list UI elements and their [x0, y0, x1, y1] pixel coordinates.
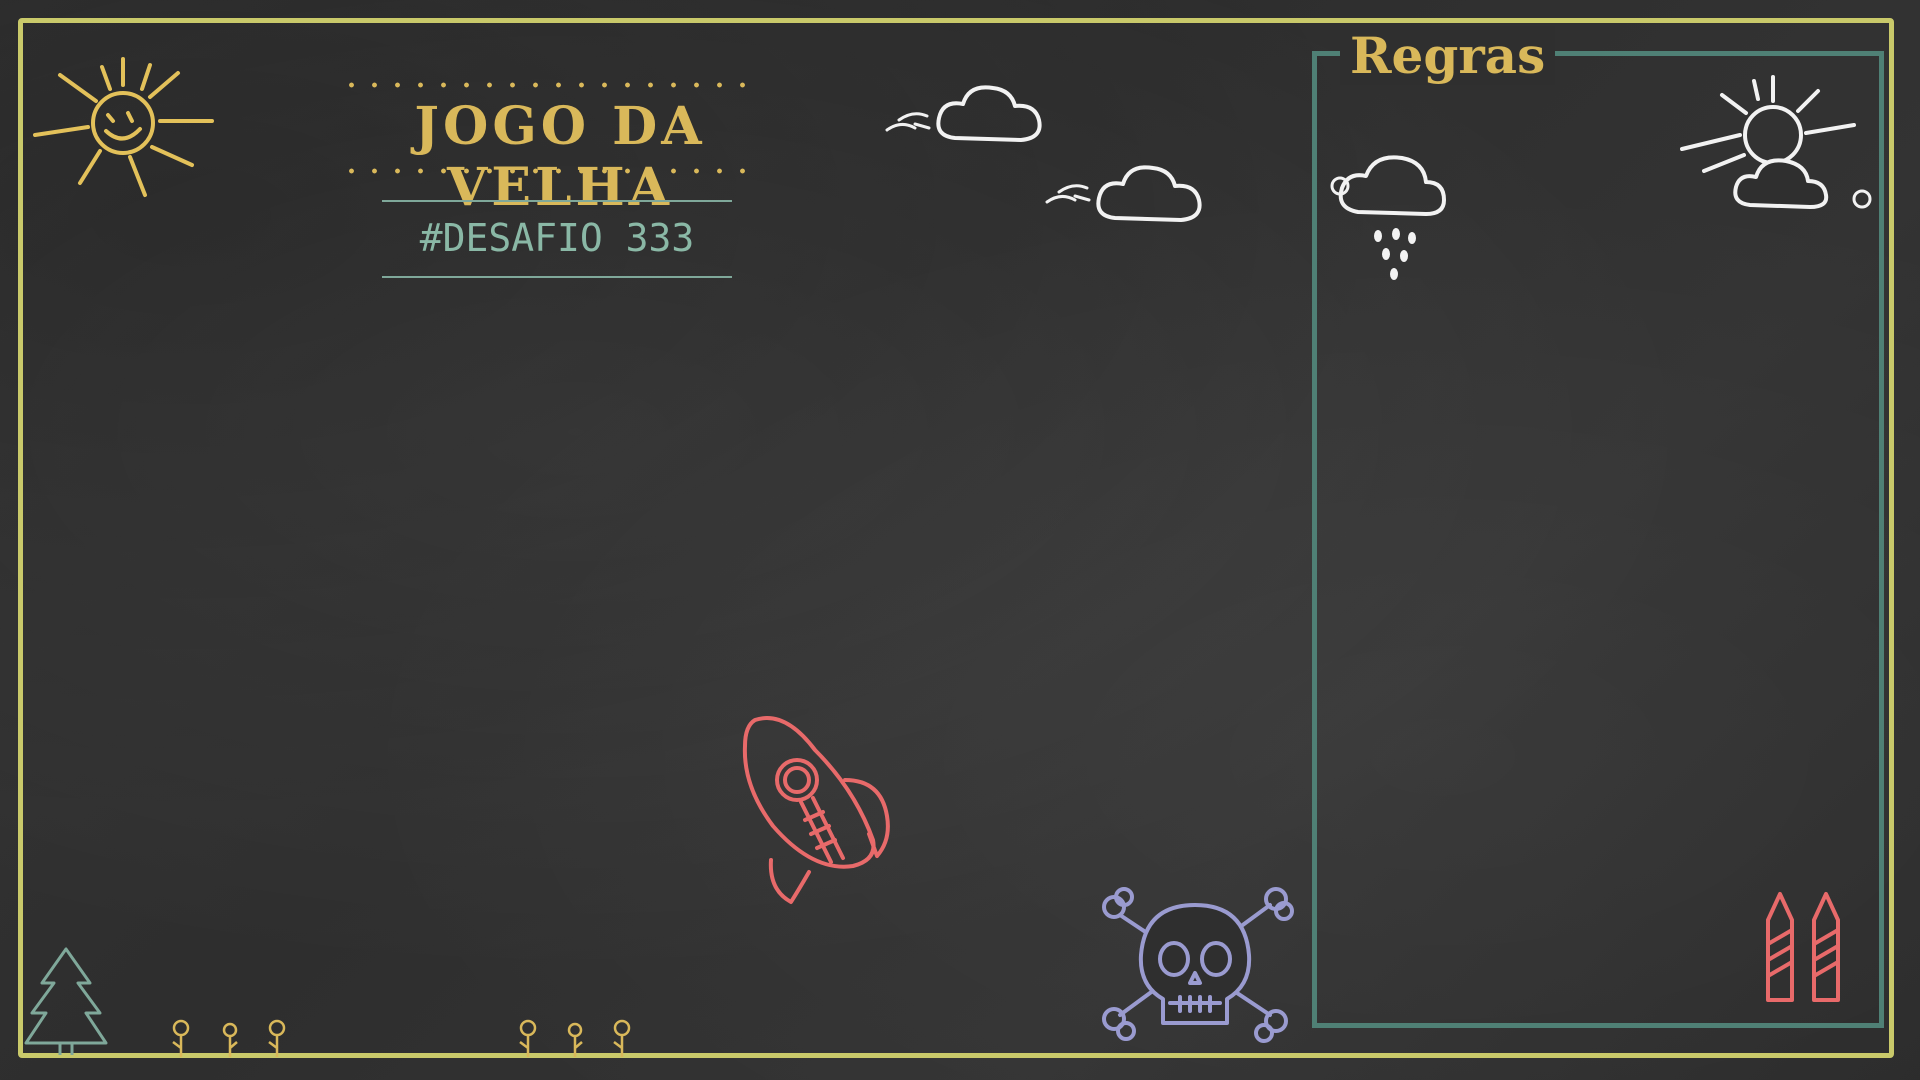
skull-crossbones-icon: [1100, 885, 1294, 1045]
cloud-icon: [885, 80, 1070, 155]
rules-title: Regras: [1340, 26, 1556, 85]
page-subtitle: #DESAFIO 333: [419, 216, 695, 260]
subtitle-block: #DESAFIO 333: [382, 200, 732, 278]
rain-cloud-icon: [1328, 150, 1468, 285]
flower-icon: [512, 1018, 642, 1060]
title-block: JOGO DA VELHA: [290, 78, 830, 218]
flower-icon: [165, 1018, 295, 1060]
cloud-icon: [1045, 150, 1230, 225]
crayon-icon: [1762, 890, 1852, 1005]
sun-cloud-icon: [1678, 75, 1872, 220]
title-dots-bottom: [340, 168, 760, 174]
tree-icon: [24, 945, 109, 1055]
title-dots-top: [340, 82, 760, 88]
sun-icon: [30, 55, 215, 205]
rocket-icon: [735, 710, 920, 905]
chalkboard-background: JOGO DA VELHA #DESAFIO 333 Regras: [0, 0, 1920, 1080]
